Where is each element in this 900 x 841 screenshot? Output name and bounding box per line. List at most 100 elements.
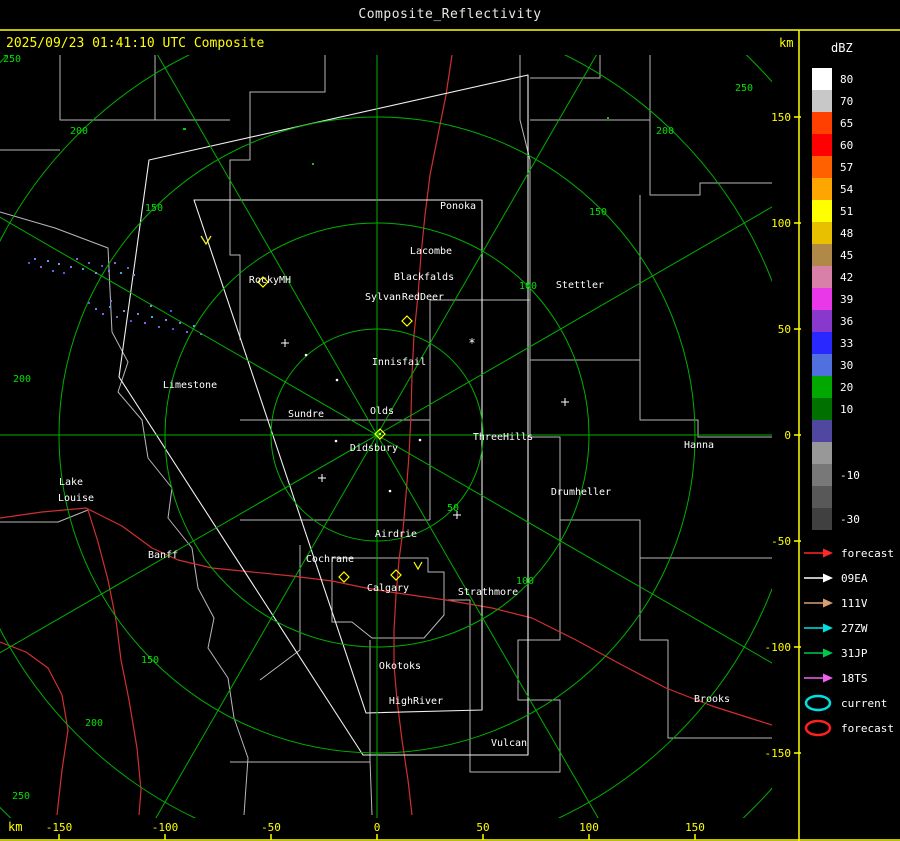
window-title: Composite_Reflectivity <box>358 7 541 22</box>
colorbar-swatch <box>812 288 832 310</box>
colorbar-swatch <box>812 156 832 178</box>
svg-text:*: * <box>468 336 475 350</box>
city-label: Okotoks <box>379 661 421 672</box>
colorbar-swatch <box>812 332 832 354</box>
city-label: Limestone <box>163 380 217 391</box>
city-label: Lacombe <box>410 246 452 257</box>
radar-display: Composite_Reflectivity 2025/09/23 01:41:… <box>0 0 900 841</box>
colorbar-label: 54 <box>840 183 854 196</box>
bottom-axis-label: 0 <box>374 821 381 834</box>
city-label: Brooks <box>694 694 730 705</box>
city-label: ThreeHills <box>473 432 533 443</box>
legend-label: forecast <box>841 547 894 560</box>
colorbar-label: -10 <box>840 469 860 482</box>
km-unit-bottom: km <box>8 820 22 834</box>
colorbar-swatch <box>812 420 832 442</box>
city-label: RockyMH <box>249 275 291 286</box>
city-label: Strathmore <box>458 587 518 598</box>
bottom-axis-label: 100 <box>579 821 599 834</box>
colorbar-label: 70 <box>840 95 853 108</box>
city-label: Stettler <box>556 280 604 291</box>
ring-distance-label: 150 <box>141 655 159 666</box>
ring-distance-label: 100 <box>516 576 534 587</box>
ring-distance-label: 250 <box>12 791 30 802</box>
colorbar-swatch <box>812 222 832 244</box>
bottom-axis-label: -100 <box>152 821 179 834</box>
bottom-axis-label: 50 <box>476 821 489 834</box>
colorbar-label: 10 <box>840 403 853 416</box>
legend-label: 27ZW <box>841 622 868 635</box>
right-axis-label: 0 <box>784 429 791 442</box>
city-label: RedDeer <box>402 292 444 303</box>
colorbar-label: 51 <box>840 205 853 218</box>
radar-map-canvas[interactable] <box>0 55 772 818</box>
km-unit-top: km <box>779 36 793 50</box>
legend-label: 09EA <box>841 572 868 585</box>
city-label: Ponoka <box>440 201 476 212</box>
city-label: Olds <box>370 406 394 417</box>
legend-label: 31JP <box>841 647 868 660</box>
city-label: Cochrane <box>306 554 354 565</box>
city-label: Sylvan <box>365 292 401 303</box>
colorbar-label: 30 <box>840 359 853 372</box>
city-label: Louise <box>58 493 94 504</box>
right-axis-label: 150 <box>771 111 791 124</box>
colorbar-label: 65 <box>840 117 853 130</box>
ring-distance-label: 200 <box>656 126 674 137</box>
colorbar-swatch <box>812 464 832 486</box>
radar-center-dot <box>379 433 381 435</box>
colorbar-swatch <box>812 354 832 376</box>
timestamp-label: 2025/09/23 01:41:10 UTC Composite <box>6 36 264 51</box>
right-axis-label: -100 <box>765 641 792 654</box>
colorbar-swatch <box>812 134 832 156</box>
colorbar-swatch <box>812 112 832 134</box>
ring-distance-label: 200 <box>85 718 103 729</box>
ring-distance-label: 100 <box>519 281 537 292</box>
city-label: Sundre <box>288 409 324 420</box>
colorbar-label: 57 <box>840 161 853 174</box>
legend-label: 111V <box>841 597 868 610</box>
legend-label: current <box>841 697 887 710</box>
city-label: Banff <box>148 550 178 561</box>
colorbar-swatch <box>812 398 832 420</box>
right-axis-label: 50 <box>778 323 791 336</box>
legend-label: 18TS <box>841 672 868 685</box>
ring-distance-label: 50 <box>447 503 459 514</box>
city-label: Drumheller <box>551 487 611 498</box>
colorbar-swatch <box>812 90 832 112</box>
right-axis-label: -50 <box>771 535 791 548</box>
ring-distance-label: 150 <box>145 203 163 214</box>
city-label: Innisfail <box>372 357 426 368</box>
city-label: Hanna <box>684 440 714 451</box>
colorbar-label: -30 <box>840 513 860 526</box>
colorbar-swatch <box>812 310 832 332</box>
city-label: Didsbury <box>350 443 398 454</box>
city-label: Airdrie <box>375 529 417 540</box>
city-label: Vulcan <box>491 738 527 749</box>
colorbar-label: 48 <box>840 227 853 240</box>
ring-distance-label: 150 <box>589 207 607 218</box>
colorbar-swatch <box>812 200 832 222</box>
colorbar-swatch <box>812 266 832 288</box>
radar-window: Composite_Reflectivity 2025/09/23 01:41:… <box>0 0 900 841</box>
colorbar-label: 36 <box>840 315 853 328</box>
city-label: Lake <box>59 477 83 488</box>
ring-distance-label: 250 <box>3 54 21 65</box>
right-axis-label: -150 <box>765 747 792 760</box>
city-label: HighRiver <box>389 696 443 707</box>
colorbar-label: 60 <box>840 139 853 152</box>
colorbar-swatch <box>812 376 832 398</box>
colorbar-label: 45 <box>840 249 853 262</box>
colorbar-swatch <box>812 68 832 90</box>
legend-label: forecast <box>841 722 894 735</box>
colorbar-unit-label: dBZ <box>831 41 853 55</box>
ring-distance-label: 200 <box>70 126 88 137</box>
bottom-axis-label: 150 <box>685 821 705 834</box>
bottom-axis-label: -150 <box>46 821 73 834</box>
ring-distance-label: 250 <box>735 83 753 94</box>
colorbar-label: 33 <box>840 337 853 350</box>
colorbar-label: 80 <box>840 73 853 86</box>
colorbar-label: 42 <box>840 271 853 284</box>
colorbar-swatch <box>812 244 832 266</box>
city-label: Blackfalds <box>394 272 454 283</box>
